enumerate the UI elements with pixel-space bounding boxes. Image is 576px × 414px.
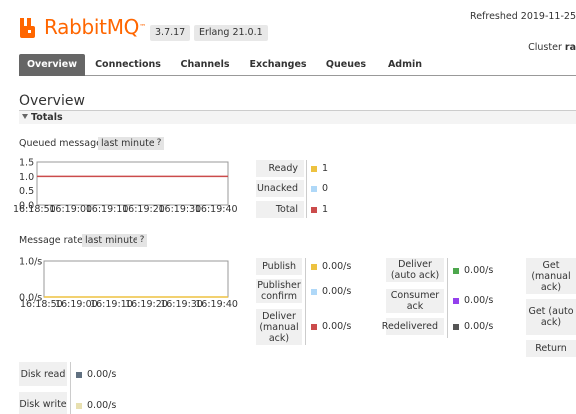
stat-total-label: Total bbox=[256, 201, 304, 218]
message-rates-label: Message rates bbox=[19, 235, 88, 246]
disk-read-swatch bbox=[76, 371, 82, 378]
totals-section-header[interactable]: Totals bbox=[19, 110, 576, 124]
stat-unacked-value: 0 bbox=[322, 183, 329, 194]
queued-help-button[interactable]: ? bbox=[154, 137, 164, 150]
tab-admin[interactable]: Admin bbox=[383, 54, 427, 76]
x-tick-label: 16:19:40 bbox=[195, 299, 238, 310]
y-tick-label: 1.0/s bbox=[19, 257, 42, 268]
stat-disk-read-value: 0.00/s bbox=[87, 369, 117, 380]
stat-unacked: 0 bbox=[311, 180, 328, 197]
stat-deliver-manual-label: Deliver (manual ack) bbox=[256, 309, 302, 345]
redelivered-swatch bbox=[453, 323, 459, 330]
stat-consumer-ack-value: 0.00/s bbox=[464, 295, 494, 306]
stat-redelivered-value: 0.00/s bbox=[464, 321, 494, 332]
y-tick-label: 0.5 bbox=[19, 186, 34, 197]
y-tick-label: 1.5 bbox=[19, 158, 34, 169]
queued-messages-chart: 0.00.51.01.516:18:5016:19:0016:19:1016:1… bbox=[13, 158, 238, 216]
stat-deliver-manual-value: 0.00/s bbox=[322, 321, 352, 332]
chart-frame bbox=[36, 161, 229, 206]
queued-stats-divider bbox=[306, 160, 307, 218]
queued-messages-label: Queued messages bbox=[19, 138, 107, 149]
deliver-auto-swatch bbox=[453, 267, 459, 274]
stat-redelivered: 0.00/s bbox=[453, 318, 493, 335]
version-badge: 3.7.17 bbox=[150, 25, 191, 41]
stat-ready-value: 1 bbox=[322, 163, 329, 174]
stat-get-auto-label: Get (auto ack) bbox=[526, 299, 576, 335]
stat-ready-label: Ready bbox=[256, 160, 304, 177]
publish-swatch bbox=[311, 263, 317, 270]
stat-unacked-label: Unacked bbox=[256, 180, 304, 197]
stat-deliver-auto-value: 0.00/s bbox=[464, 265, 494, 276]
tab-connections[interactable]: Connections bbox=[90, 54, 166, 76]
publisher-confirm-swatch bbox=[311, 288, 317, 295]
cluster-label: Cluster ra bbox=[528, 42, 576, 53]
stat-publish-label: Publish bbox=[256, 258, 302, 275]
erlang-badge: Erlang 21.0.1 bbox=[194, 25, 268, 41]
stat-publish-value: 0.00/s bbox=[322, 261, 352, 272]
stat-publisher-confirm: 0.00/s bbox=[311, 283, 351, 300]
deliver-manual-swatch bbox=[311, 323, 317, 330]
cluster-prefix: Cluster bbox=[528, 42, 562, 53]
chart-frame bbox=[43, 260, 229, 298]
ready-swatch bbox=[311, 165, 317, 172]
rates-help-button[interactable]: ? bbox=[137, 234, 147, 247]
stat-total: 1 bbox=[311, 201, 328, 218]
stat-total-value: 1 bbox=[322, 204, 329, 215]
stat-disk-read-label: Disk read bbox=[19, 362, 67, 386]
stat-disk-write: 0.00/s bbox=[76, 397, 116, 414]
stat-publisher-confirm-value: 0.00/s bbox=[322, 286, 352, 297]
main-nav: Overview Connections Channels Exchanges … bbox=[19, 54, 576, 76]
y-tick-label: 1.0 bbox=[19, 172, 34, 183]
stat-disk-read: 0.00/s bbox=[76, 366, 116, 383]
refreshed-label[interactable]: Refreshed 2019-11-25 bbox=[470, 11, 576, 22]
message-rates-chart: 0.0/s1.0/s16:18:5016:19:0016:19:1016:19:… bbox=[19, 257, 238, 311]
stat-redelivered-label: Redelivered bbox=[382, 318, 444, 335]
stat-return-label: Return bbox=[526, 340, 576, 357]
disk-write-swatch bbox=[76, 402, 82, 409]
x-tick-label: 16:19:40 bbox=[195, 204, 238, 215]
rates-range-selector[interactable]: last minute bbox=[82, 234, 142, 247]
stat-deliver-auto: 0.00/s bbox=[453, 262, 493, 279]
collapse-triangle-icon bbox=[22, 114, 28, 119]
stat-disk-write-label: Disk write bbox=[19, 392, 67, 414]
trademark: ™ bbox=[139, 23, 147, 31]
stat-deliver-manual: 0.00/s bbox=[311, 318, 351, 335]
rabbitmq-logo-icon bbox=[20, 18, 35, 38]
page-title: Overview bbox=[19, 93, 85, 109]
cluster-name: ra bbox=[564, 42, 576, 53]
stat-consumer-ack-label: Consumer ack bbox=[386, 289, 444, 313]
rates-col2-divider bbox=[447, 258, 448, 338]
brand-name: RabbitMQ bbox=[44, 15, 140, 39]
total-swatch bbox=[311, 206, 317, 213]
consumer-ack-swatch bbox=[453, 297, 459, 304]
unacked-swatch bbox=[311, 185, 317, 192]
tab-queues[interactable]: Queues bbox=[321, 54, 371, 76]
tab-overview[interactable]: Overview bbox=[19, 54, 85, 76]
rates-col1-divider bbox=[305, 258, 306, 345]
stat-disk-write-value: 0.00/s bbox=[87, 400, 117, 411]
stat-ready: 1 bbox=[311, 160, 328, 177]
rates-col4-divider bbox=[70, 362, 71, 414]
rabbitmq-logo[interactable]: RabbitMQ ™ bbox=[18, 14, 146, 40]
section-title: Totals bbox=[31, 112, 63, 123]
stat-publisher-confirm-label: Publisher confirm bbox=[256, 279, 302, 303]
tab-channels[interactable]: Channels bbox=[174, 54, 236, 76]
stat-get-manual-label: Get (manual ack) bbox=[526, 258, 576, 294]
stat-publish: 0.00/s bbox=[311, 258, 351, 275]
queued-range-selector[interactable]: last minute bbox=[98, 137, 158, 150]
tab-exchanges[interactable]: Exchanges bbox=[245, 54, 311, 76]
stat-consumer-ack: 0.00/s bbox=[453, 292, 493, 309]
stat-deliver-auto-label: Deliver (auto ack) bbox=[386, 258, 444, 282]
